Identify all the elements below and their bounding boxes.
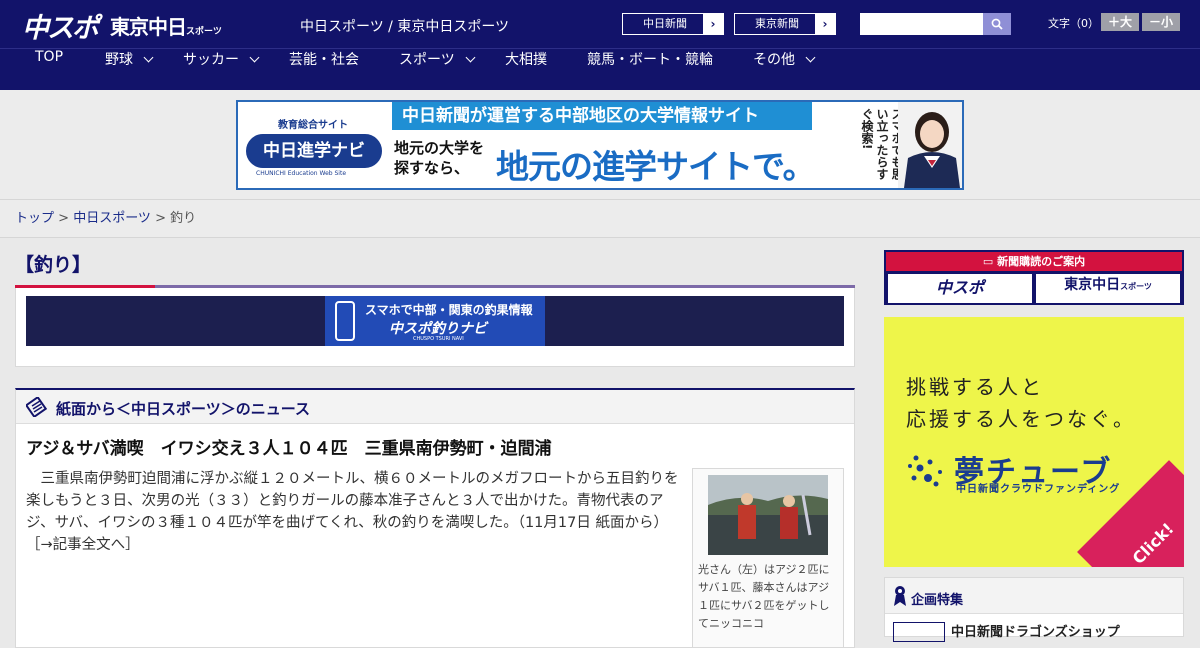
ad-line1: 挑戦する人と [906, 375, 1044, 399]
nav-label: 芸能・社会 [289, 52, 359, 68]
banner-sub2: 探すなら、 [394, 159, 470, 177]
photo-caption: 光さん（左）はアジ２匹にサバ１匹、藤本さんはアジ１匹にサバ２匹をゲットしてニッコ… [698, 563, 830, 630]
subscribe-tokyo-small: スポーツ [1120, 282, 1152, 291]
tsuri-line3: CHUSPO TSURI NAVI [413, 336, 464, 342]
ribbon-icon [894, 586, 906, 606]
article-summary: 三重県南伊勢町迫間浦に浮かぶ縦１２０メートル、横６０メートルのメガフロートから五… [26, 468, 686, 556]
breadcrumb-home[interactable]: トップ [15, 211, 54, 226]
nav-entertainment[interactable]: 芸能・社会 [289, 49, 359, 91]
banner-headline: 中日新聞が運営する中部地区の大学情報サイト [392, 102, 812, 130]
subscribe-chuspo-button[interactable]: 中スポ [888, 274, 1032, 303]
main-nav: TOP 野球 サッカー 芸能・社会 スポーツ 大相撲 競馬・ボート・競輪 その他 [0, 48, 1200, 90]
chevron-right-icon: › [815, 14, 835, 34]
subscription-heading: ▭ 新聞購読のご案内 [886, 252, 1182, 271]
article-photo-image[interactable] [708, 475, 828, 555]
nav-sumo[interactable]: 大相撲 [505, 49, 547, 91]
nav-other[interactable]: その他 [753, 49, 816, 91]
nav-sports[interactable]: スポーツ [399, 49, 476, 91]
page-title: 【釣り】 [15, 254, 92, 276]
breadcrumb-sep: > [54, 211, 74, 226]
tsuri-navi-inner: スマホで中部・関東の釣果情報 中スポ釣りナビ CHUSPO TSURI NAVI [325, 296, 545, 346]
tokyo-logo-text: 東京中日 [110, 15, 187, 39]
newspaper-icon [26, 397, 48, 417]
font-size-label: 文字（0） [1048, 17, 1099, 30]
font-smaller-button[interactable]: －小 [1142, 13, 1180, 31]
chevron-down-icon [465, 52, 476, 63]
search-button[interactable] [983, 13, 1011, 35]
fishing-photo [708, 475, 828, 555]
nav-label: 大相撲 [505, 52, 547, 68]
banner-eng: CHUNICHI Education Web Site [256, 170, 347, 177]
shingaku-navi-logo: 中日進学ナビ [246, 134, 382, 168]
tsuri-line2: 中スポ釣りナビ [389, 321, 487, 337]
banner-sub1: 地元の大学を [394, 139, 485, 157]
nav-label: 野球 [105, 52, 133, 68]
news-section: 紙面から＜中日スポーツ＞のニュース アジ＆サバ満喫 イワシ交え３人１０４匹 三重… [15, 388, 855, 648]
search-icon [991, 18, 1003, 30]
font-larger-button[interactable]: ＋大 [1101, 13, 1139, 31]
chuspo-logo[interactable]: 中スポ [22, 6, 99, 45]
banner-area: 教育総合サイト 中日進学ナビ CHUNICHI Education Web Si… [0, 90, 1200, 200]
news-section-header: 紙面から＜中日スポーツ＞のニュース [16, 390, 854, 424]
search-input[interactable] [860, 13, 983, 35]
news-section-title: 紙面から＜中日スポーツ＞のニュース [56, 400, 310, 418]
link-label: 中日新聞 [643, 17, 687, 30]
nav-label: サッカー [183, 52, 239, 68]
chunichi-shimbun-link[interactable]: 中日新聞 › [622, 13, 724, 35]
feature-title: 企画特集 [911, 593, 964, 608]
dots-icon [908, 455, 942, 487]
breadcrumb-sep: > [150, 211, 171, 226]
feature-header: 企画特集 [885, 578, 1183, 614]
article-photo: 光さん（左）はアジ２匹にサバ１匹、藤本さんはアジ１匹にサバ２匹をゲットしてニッコ… [692, 468, 844, 648]
ad-subtext: 中日新聞クラウドファンディング [956, 484, 1121, 495]
feature-item-thumb[interactable] [893, 622, 945, 642]
nav-top[interactable]: TOP [35, 49, 63, 91]
nav-label: スポーツ [399, 52, 455, 68]
site-title: 中日スポーツ / 東京中日スポーツ [300, 19, 510, 35]
banner-tag: 教育総合サイト [278, 120, 348, 131]
tsuri-navi-box: スマホで中部・関東の釣果情報 中スポ釣りナビ CHUSPO TSURI NAVI [15, 288, 855, 367]
chevron-right-icon: › [703, 14, 723, 34]
tsuri-line1: スマホで中部・関東の釣果情報 [365, 303, 533, 317]
nav-label: 競馬・ボート・競輪 [587, 52, 713, 68]
tsuri-navi-banner[interactable]: スマホで中部・関東の釣果情報 中スポ釣りナビ CHUSPO TSURI NAVI [26, 296, 844, 346]
banner-subtext: 地元の大学を 探すなら、 [394, 138, 484, 178]
link-label: 東京新聞 [755, 17, 799, 30]
breadcrumb: トップ > 中日スポーツ > 釣り [0, 200, 1200, 238]
read-more-link[interactable]: ［→記事全文へ］ [26, 537, 140, 553]
nav-label: その他 [753, 52, 795, 68]
shingaku-navi-banner[interactable]: 教育総合サイト 中日進学ナビ CHUNICHI Education Web Si… [236, 100, 964, 190]
nav-label: TOP [35, 49, 64, 65]
newspaper-icon: ▭ [982, 255, 998, 268]
nav-soccer[interactable]: サッカー [183, 49, 260, 91]
article-body-text: 三重県南伊勢町迫間浦に浮かぶ縦１２０メートル、横６０メートルのメガフロートから五… [26, 471, 679, 531]
subscription-box: ▭ 新聞購読のご案内 中スポ 東京中日スポーツ [884, 250, 1184, 305]
banner-vertical-text: スマホでも思い立ったらすぐ検索! [860, 108, 904, 180]
banner-big-text: 地元の進学サイトで。 [496, 147, 816, 186]
banner-logo-block: 教育総合サイト 中日進学ナビ CHUNICHI Education Web Si… [238, 102, 388, 188]
banner-person-image [898, 102, 962, 188]
top-header: 中スポ 東京中日スポーツ 中日スポーツ / 東京中日スポーツ 中日新聞 › 東京… [0, 0, 1200, 48]
nav-baseball[interactable]: 野球 [105, 49, 154, 91]
feature-item-link[interactable]: 中日新聞ドラゴンズショップ [951, 621, 1120, 640]
article-title[interactable]: アジ＆サバ満喫 イワシ交え３人１０４匹 三重県南伊勢町・迫間浦 [26, 434, 552, 459]
person-illustration [904, 112, 960, 188]
chevron-down-icon [249, 52, 260, 63]
subscription-heading-text: 新聞購読のご案内 [997, 255, 1086, 268]
tokyo-chunichi-logo[interactable]: 東京中日スポーツ [110, 11, 222, 40]
chevron-down-icon [143, 52, 154, 63]
chevron-down-icon [805, 52, 816, 63]
ad-line2: 応援する人をつなぐ。 [906, 407, 1136, 431]
breadcrumb-current: 釣り [170, 211, 197, 226]
subscribe-tokyo-text: 東京中日 [1064, 277, 1121, 293]
subscribe-tokyo-button[interactable]: 東京中日スポーツ [1036, 274, 1180, 303]
tokyo-shimbun-link[interactable]: 東京新聞 › [734, 13, 836, 35]
tokyo-logo-small: スポーツ [186, 27, 222, 37]
breadcrumb-section[interactable]: 中日スポーツ [73, 211, 151, 226]
smartphone-icon [335, 301, 355, 341]
yume-tube-ad[interactable]: 挑戦する人と 応援する人をつなぐ。 夢チューブ 中日新聞クラウドファンディング … [884, 317, 1184, 567]
feature-box: 企画特集 中日新聞ドラゴンズショップ [884, 577, 1184, 642]
nav-racing[interactable]: 競馬・ボート・競輪 [587, 49, 713, 91]
